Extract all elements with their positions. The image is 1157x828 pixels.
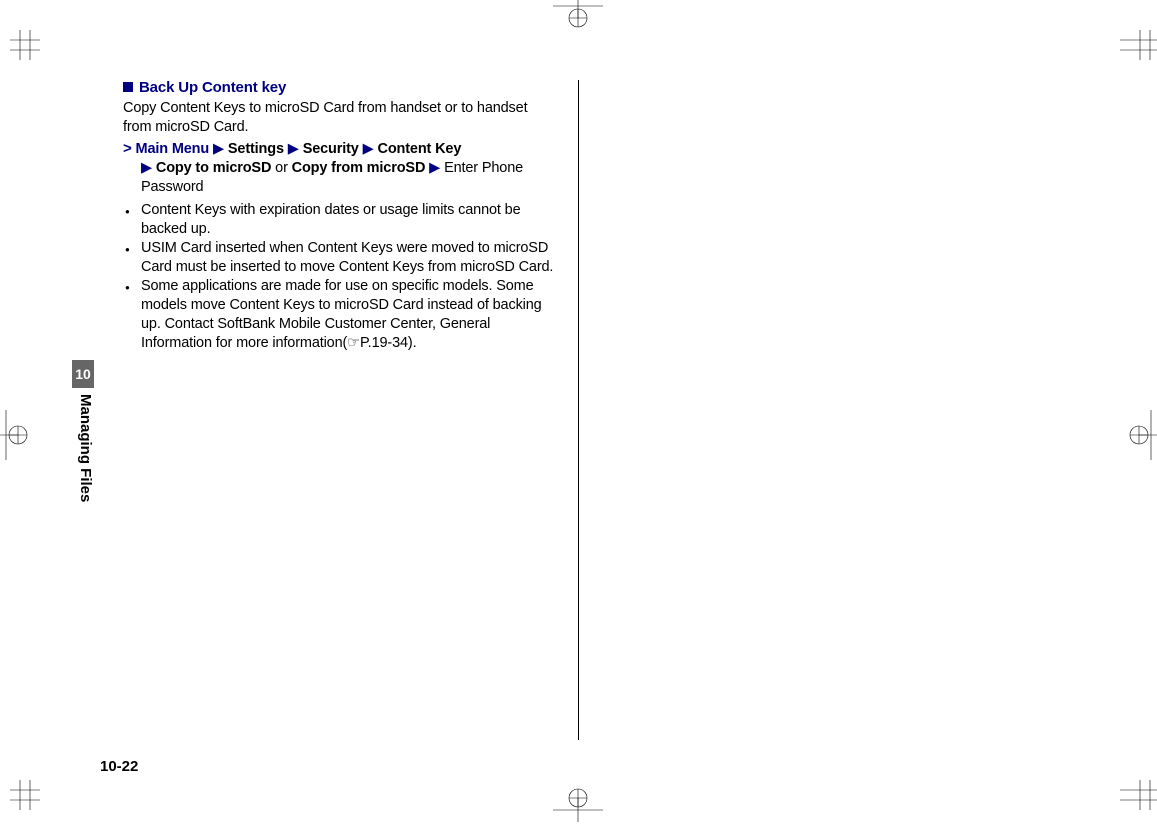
triangle-icon: ▶ <box>363 141 374 157</box>
page-number: 10-22 <box>100 758 138 775</box>
triangle-icon: ▶ <box>213 141 224 157</box>
chapter-number-badge: 10 <box>72 360 94 388</box>
crop-mark-top-left <box>10 30 58 78</box>
section-heading: Back Up Content key <box>123 78 557 97</box>
nav-content-key: Content Key <box>378 141 462 157</box>
chevron-icon: > <box>123 140 132 157</box>
note-text: USIM Card inserted when Content Keys wer… <box>141 240 553 275</box>
nav-copy-to: Copy to microSD <box>156 160 271 176</box>
chapter-side-tab: 10 Managing Files <box>72 360 94 502</box>
triangle-icon: ▶ <box>288 141 299 157</box>
crop-mark-bottom-center <box>553 788 603 828</box>
navigation-path: > Main Menu ▶ Settings ▶ Security ▶ Cont… <box>123 139 557 197</box>
crop-mark-left-center <box>0 410 34 460</box>
nav-settings: Settings <box>228 141 284 157</box>
section-intro-text: Copy Content Keys to microSD Card from h… <box>123 99 557 137</box>
note-text: Some applications are made for use on sp… <box>141 278 542 351</box>
note-item: Some applications are made for use on sp… <box>123 277 557 353</box>
section-heading-text: Back Up Content key <box>139 79 286 96</box>
crop-mark-top-center <box>553 0 603 34</box>
crop-mark-top-right <box>1100 30 1157 90</box>
nav-main-menu: Main Menu <box>136 141 210 157</box>
notes-list: Content Keys with expiration dates or us… <box>123 201 557 353</box>
note-item: USIM Card inserted when Content Keys wer… <box>123 239 557 277</box>
triangle-icon: ▶ <box>141 160 152 176</box>
content-column: Back Up Content key Copy Content Keys to… <box>123 78 557 353</box>
chapter-title-vertical: Managing Files <box>72 394 94 502</box>
note-item: Content Keys with expiration dates or us… <box>123 201 557 239</box>
crop-mark-right-center <box>1123 410 1157 460</box>
nav-copy-from: Copy from microSD <box>292 160 426 176</box>
crop-mark-bottom-right <box>1100 780 1157 828</box>
crop-mark-bottom-left <box>10 780 58 828</box>
nav-or-text: or <box>275 160 288 176</box>
nav-security: Security <box>303 141 359 157</box>
column-divider <box>578 80 579 740</box>
square-bullet-icon <box>123 82 133 92</box>
triangle-icon: ▶ <box>429 160 440 176</box>
note-text: Content Keys with expiration dates or us… <box>141 202 521 237</box>
